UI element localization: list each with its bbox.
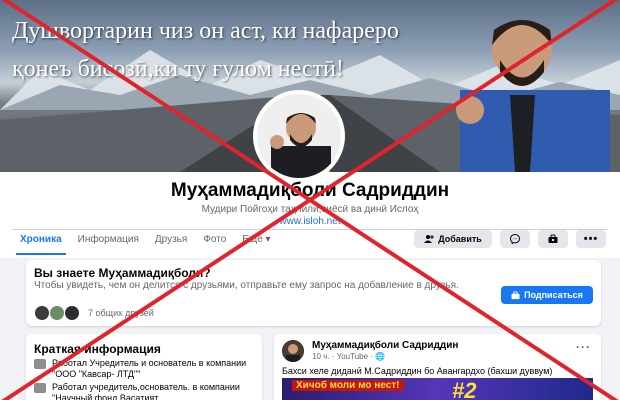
tab-friends[interactable]: Друзья [147,231,195,251]
post-video-thumbnail[interactable]: Хичоб моли мо нест! #2 [282,378,593,400]
profile-website-link[interactable]: www.isloh.net [0,216,620,227]
thumbnail-caption: Хичоб моли мо нест! [292,380,404,391]
messenger-button[interactable] [500,230,530,248]
more-options-button[interactable]: ••• [576,230,606,248]
profile-bio: Мудири Пойгоҳи таҳлилӣ,сиёсӣ ва динӣ Исл… [201,204,419,215]
post-meta-text: 10 ч. · YouTube · [312,352,376,361]
post-card: Муҳаммадиқболи Садриддин 10 ч. · YouTube… [274,334,601,400]
suggestion-title: Вы знаете Муҳаммадиқболи? [34,266,211,280]
subscribe-icon [511,290,520,299]
tab-photos[interactable]: Фото [195,231,234,251]
tab-more[interactable]: Ещё ▾ [234,231,278,251]
intro-item: Работал Учредитель и основатель в компан… [34,358,262,380]
add-friend-label: Добавить [438,234,482,244]
tab-more-label: Ещё [242,234,263,245]
messenger-icon [510,234,520,244]
cover-quote-line-2: қонеъ бисозӣ,ки ту ғулом нестӣ! [12,56,344,82]
mutual-friends[interactable]: 7 общих друзей [34,305,154,321]
add-friend-icon [424,235,435,243]
mutual-friend-avatar [49,305,65,321]
tab-timeline[interactable]: Хроника [12,231,70,255]
briefcase-icon [34,383,46,393]
post-author-avatar[interactable] [282,340,304,362]
globe-icon: 🌐 [375,352,386,361]
post-author-name[interactable]: Муҳаммадиқболи Садриддин [312,340,458,351]
mutual-friends-count: 7 общих друзей [88,308,154,318]
post-meta: 10 ч. · YouTube · 🌐 [312,352,385,361]
intro-card: Краткая информация Работал Учредитель и … [26,334,262,400]
cover-quote-line-1: Душвортарин чиз он аст, ки нафареро [12,18,399,44]
profile-name: Муҳаммадиқболи Садриддин [170,180,450,201]
friend-suggestion-card: Вы знаете Муҳаммадиқболи? Чтобы увидеть,… [26,260,601,326]
chevron-down-icon: ▾ [265,234,271,245]
intro-heading: Краткая информация [34,342,161,356]
avatar-portrait [257,94,341,178]
profile-tabs: Хроника Информация Друзья Фото Ещё ▾ [12,231,279,255]
subscribe-label: Подписаться [524,290,583,300]
thumbnail-number: #2 [452,378,477,400]
cover-person-image [456,20,610,172]
intro-item-text: Работал учредитель,основатель. в компани… [52,382,240,400]
subscribe-icon [548,234,558,243]
suggestion-description: Чтобы увидеть, чем он делится с друзьями… [34,280,459,291]
mutual-friend-avatar [64,305,80,321]
post-text: Бахси хеле диданӣ М.Садриддин бо Авангар… [282,366,553,376]
subscribe-button[interactable]: Подписаться [501,286,593,304]
follow-button[interactable] [538,230,568,248]
post-author-portrait [282,340,304,362]
post-more-options[interactable]: ··· [576,340,591,354]
profile-avatar[interactable] [253,90,345,182]
profile-actions: Добавить ••• [414,230,606,248]
intro-item: Работал учредитель,основатель. в компани… [34,382,262,400]
intro-item-text: Работал Учредитель и основатель в компан… [52,358,247,379]
add-friend-button[interactable]: Добавить [414,230,492,248]
tab-about[interactable]: Информация [70,231,147,251]
briefcase-icon [34,359,46,369]
more-icon: ••• [583,233,599,245]
mutual-friend-avatar [34,305,50,321]
